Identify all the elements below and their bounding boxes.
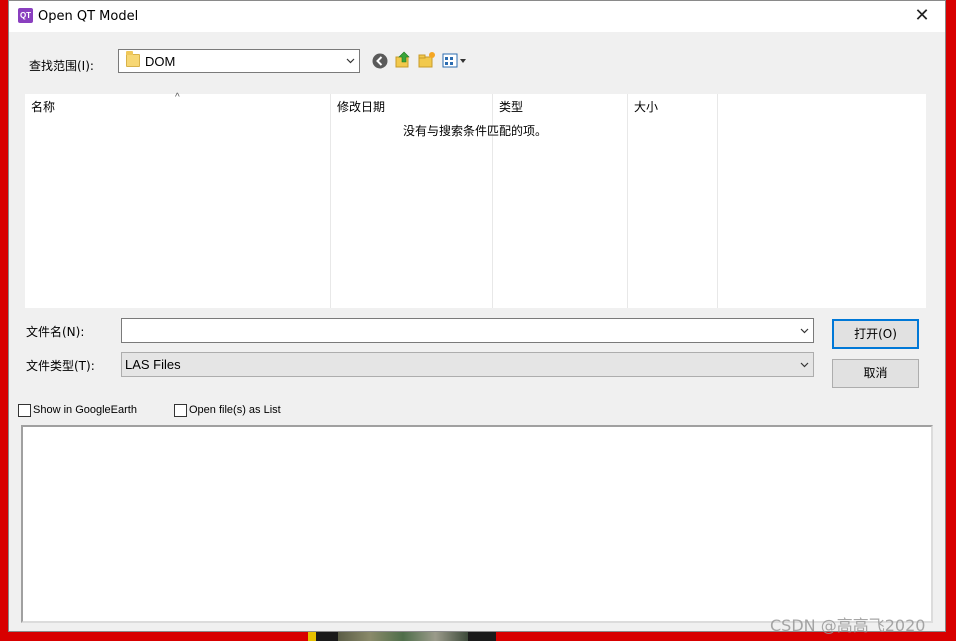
cancel-button[interactable]: 取消 <box>832 359 919 388</box>
empty-list-message: 没有与搜索条件匹配的项。 <box>403 124 548 138</box>
file-list[interactable]: 名称 ^ 修改日期 类型 大小 没有与搜索条件匹配的项。 <box>25 92 926 308</box>
column-header-modified[interactable]: 修改日期 <box>337 98 385 115</box>
filename-input[interactable] <box>121 318 814 343</box>
column-divider <box>717 94 718 308</box>
google-earth-label[interactable]: Show in GoogleEarth <box>33 404 137 416</box>
open-file-dialog: QT Open QT Model ✕ 查找范围(I): DOM 名称 ^ 修改日… <box>8 0 946 632</box>
close-button[interactable]: ✕ <box>899 1 945 32</box>
column-header-name[interactable]: 名称 <box>31 98 55 115</box>
column-header-size[interactable]: 大小 <box>634 98 658 115</box>
chevron-down-icon <box>346 58 355 64</box>
open-as-list-label[interactable]: Open file(s) as List <box>189 404 281 416</box>
filetype-select[interactable]: LAS Files <box>121 352 814 377</box>
preview-panel[interactable] <box>21 425 933 623</box>
title-bar: QT Open QT Model ✕ <box>9 1 945 32</box>
open-button[interactable]: 打开(O) <box>832 319 919 349</box>
taskbar-thumbnail-accent <box>308 632 316 641</box>
taskbar-thumbnail-image <box>338 632 468 641</box>
up-folder-icon[interactable] <box>394 51 412 69</box>
lookin-value: DOM <box>145 54 176 69</box>
filetype-value: LAS Files <box>125 357 181 372</box>
chevron-down-icon[interactable] <box>800 326 809 335</box>
back-icon[interactable] <box>371 52 389 70</box>
lookin-label: 查找范围(I): <box>29 59 94 73</box>
filetype-label: 文件类型(T): <box>26 359 95 373</box>
column-header-type[interactable]: 类型 <box>499 98 523 115</box>
filename-label: 文件名(N): <box>26 325 85 339</box>
open-as-list-checkbox[interactable] <box>174 404 187 417</box>
sort-ascending-icon: ^ <box>175 92 180 103</box>
new-folder-icon[interactable] <box>418 51 436 69</box>
folder-icon <box>126 51 140 67</box>
view-menu-icon[interactable] <box>442 52 468 70</box>
google-earth-checkbox[interactable] <box>18 404 31 417</box>
watermark-text: CSDN @高高飞2020 <box>770 616 926 635</box>
lookin-combo[interactable]: DOM <box>118 49 360 73</box>
window-title: Open QT Model <box>38 9 139 24</box>
column-divider <box>330 94 331 308</box>
qt-app-icon: QT <box>18 8 33 23</box>
chevron-down-icon <box>800 362 809 368</box>
column-divider <box>627 94 628 308</box>
